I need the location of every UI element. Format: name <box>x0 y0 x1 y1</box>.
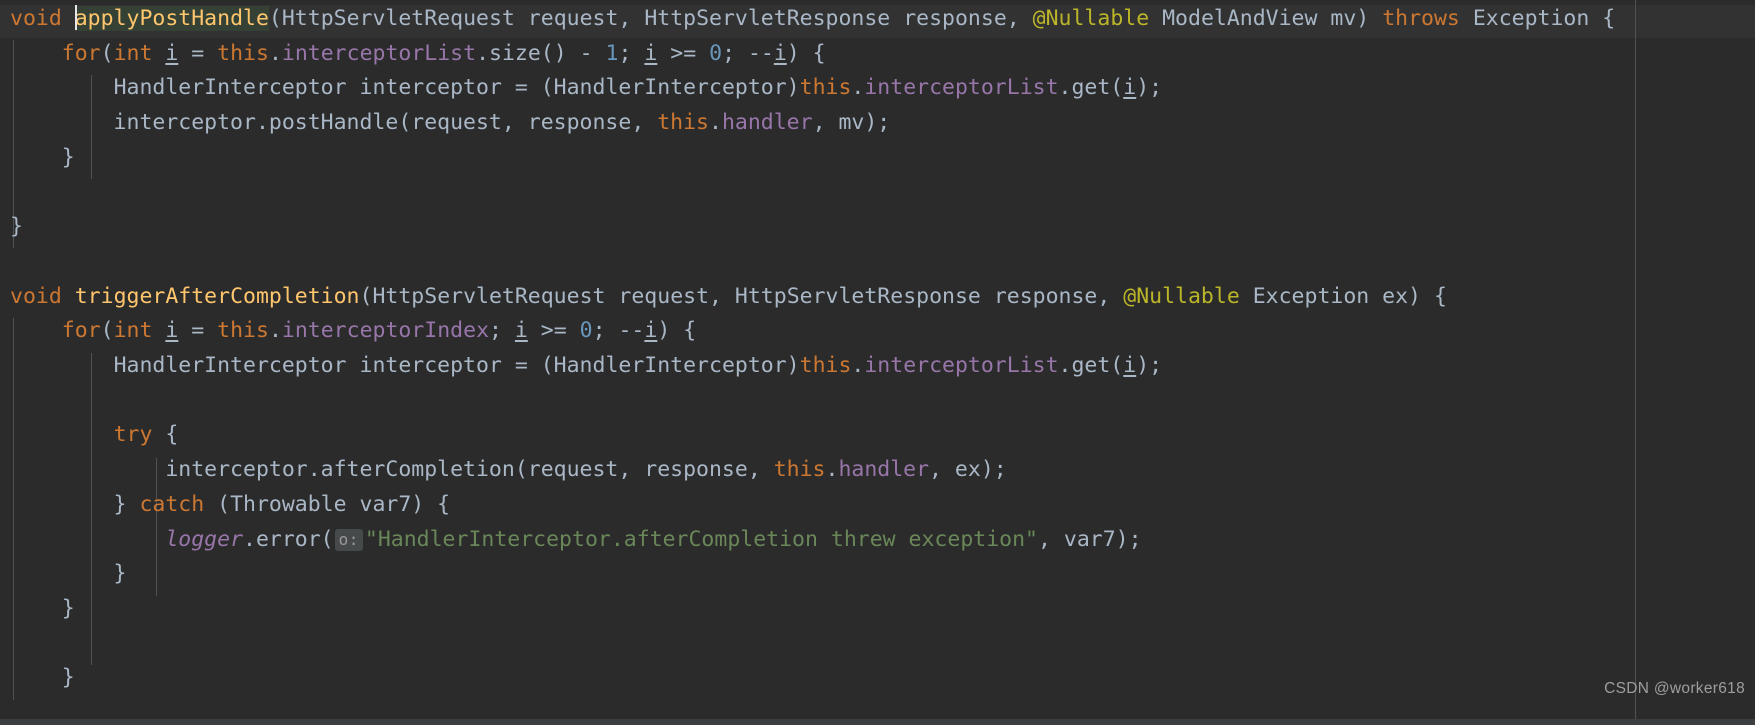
token-local-variable: i <box>644 40 658 66</box>
token-keyword: void <box>10 6 62 31</box>
code-line[interactable]: } <box>0 557 127 592</box>
code-line[interactable]: HandlerInterceptor interceptor = (Handle… <box>0 71 1163 106</box>
token-keyword: catch <box>139 491 205 517</box>
code-line[interactable]: } <box>0 210 23 245</box>
token-keyword: void <box>10 283 62 309</box>
code-line[interactable]: for(int i = this.interceptorList.size() … <box>0 37 826 72</box>
token-type: HttpServletRequest <box>372 283 606 309</box>
token-keyword: for <box>61 40 101 66</box>
token-type: HandlerInterceptor <box>553 353 787 378</box>
token-method-declaration[interactable]: applyPostHandle <box>74 6 269 31</box>
code-line[interactable]: for(int i = this.interceptorIndex; i >= … <box>0 314 696 349</box>
token-type: HttpServletRequest <box>281 6 515 31</box>
code-line[interactable] <box>0 176 23 211</box>
code-editor[interactable]: void applyPostHandle(HttpServletRequest … <box>0 0 1755 725</box>
code-line[interactable]: } catch (Throwable var7) { <box>0 488 451 523</box>
token-field: interceptorIndex <box>281 318 490 344</box>
token-method-declaration[interactable]: triggerAfterCompletion <box>75 284 360 309</box>
token-type: Exception <box>1472 6 1590 31</box>
token-local-variable: i <box>773 40 787 66</box>
code-text-layer[interactable]: void applyPostHandle(HttpServletRequest … <box>0 0 1755 725</box>
token-number: 0 <box>579 318 593 344</box>
token-keyword: try <box>113 422 153 448</box>
inline-parameter-hint[interactable]: o: <box>334 528 363 551</box>
token-type: HandlerInterceptor <box>113 75 347 101</box>
code-line[interactable]: void applyPostHandle(HttpServletRequest … <box>0 2 1615 37</box>
token-field: interceptorList <box>281 40 477 66</box>
token-type: HandlerInterceptor <box>553 75 787 101</box>
token-field: handler <box>838 457 930 483</box>
token-local-variable: i <box>165 318 179 344</box>
token-keyword: int <box>113 318 153 344</box>
token-string-literal: "HandlerInterceptor.afterCompletion thre… <box>364 526 1038 552</box>
code-line[interactable]: } <box>0 661 75 696</box>
token-field: interceptorList <box>864 75 1059 101</box>
token-type: HandlerInterceptor <box>113 353 347 378</box>
token-type: ModelAndView <box>1162 6 1318 31</box>
token-keyword: this <box>657 110 709 136</box>
code-line[interactable]: } <box>0 592 75 627</box>
token-keyword: for <box>61 318 101 344</box>
token-local-variable: i <box>514 318 528 344</box>
token-annotation: @Nullable <box>1123 283 1240 309</box>
token-number: 1 <box>605 40 619 66</box>
horizontal-scrollbar-track[interactable] <box>0 719 1755 725</box>
token-keyword: this <box>773 457 826 483</box>
token-keyword: int <box>113 40 153 66</box>
token-static-field-logger: logger <box>165 526 244 552</box>
token-local-variable: i <box>1123 353 1137 378</box>
token-keyword: this <box>217 40 269 66</box>
token-keyword: this <box>217 318 269 344</box>
token-keyword: this <box>799 75 852 101</box>
code-line[interactable]: logger.error(o: "HandlerInterceptor.after… <box>0 523 1141 558</box>
code-line[interactable] <box>0 245 23 280</box>
code-line[interactable] <box>0 384 23 419</box>
code-line[interactable]: } <box>0 141 75 176</box>
token-type: Throwable <box>230 491 347 517</box>
token-annotation: @Nullable <box>1032 6 1150 31</box>
token-local-variable: i <box>165 40 179 66</box>
token-keyword: this <box>799 353 852 378</box>
token-type: Exception <box>1252 283 1370 309</box>
token-field: interceptorList <box>864 353 1059 378</box>
code-line[interactable]: try { <box>0 418 179 453</box>
token-type: HttpServletResponse <box>734 283 981 309</box>
token-local-variable: i <box>644 318 658 344</box>
code-line[interactable]: interceptor.postHandle(request, response… <box>0 106 891 141</box>
csdn-watermark: CSDN @worker618 <box>1604 680 1745 698</box>
text-caret <box>74 5 77 30</box>
token-number: 0 <box>709 40 723 66</box>
token-local-variable: i <box>1123 75 1137 101</box>
code-line[interactable]: interceptor.afterCompletion(request, res… <box>0 453 1006 488</box>
token-keyword: throws <box>1382 6 1460 31</box>
code-line[interactable]: HandlerInterceptor interceptor = (Handle… <box>0 349 1163 384</box>
token-field: handler <box>721 110 813 136</box>
code-line[interactable]: void triggerAfterCompletion(HttpServletR… <box>0 280 1447 315</box>
token-type: HttpServletResponse <box>644 6 891 31</box>
